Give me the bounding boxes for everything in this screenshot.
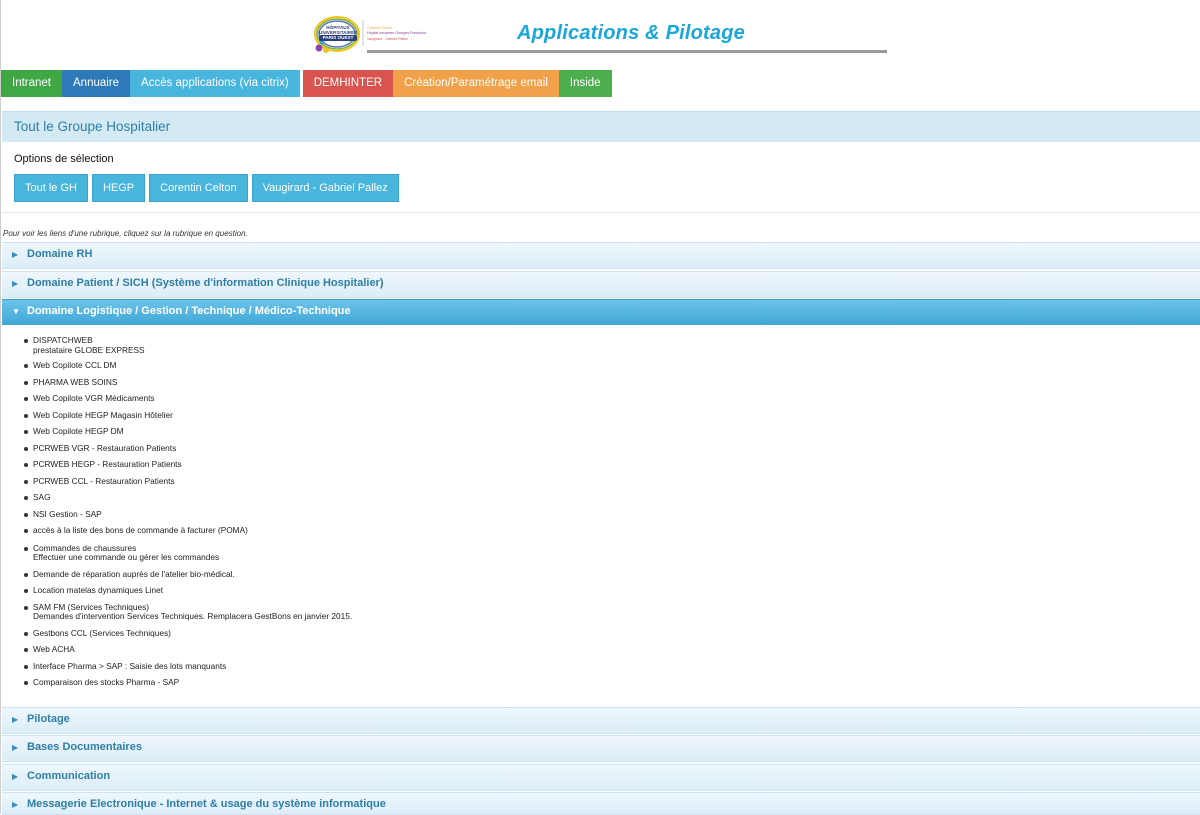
item-label: Web Copilote VGR Médicaments <box>33 393 155 403</box>
selection-options-panel: Options de sélection Tout le GH HEGP Cor… <box>2 142 1200 213</box>
section-communication[interactable]: ▶ Communication <box>2 764 1200 791</box>
triangle-right-icon: ▶ <box>12 743 19 752</box>
item-label: Gestbons CCL (Services Techniques) <box>33 627 171 638</box>
list-item[interactable]: Web Copilote HEGP Magasin Hôtelier <box>24 409 733 421</box>
options-buttons: Tout le GH HEGP Corentin Celton Vaugirar… <box>14 174 403 202</box>
option-hegp-button[interactable]: HEGP <box>91 174 146 202</box>
triangle-right-icon: ▶ <box>12 772 19 781</box>
list-item[interactable]: Interface Pharma > SAP : Saisie des lots… <box>24 660 733 672</box>
group-bar: Tout le Groupe Hospitalier <box>2 111 1200 143</box>
list-item[interactable]: PHARMA WEB SOINS <box>24 376 733 388</box>
triangle-right-icon: ▶ <box>12 800 19 809</box>
list-item[interactable]: Web Copilote HEGP DM <box>24 426 733 437</box>
hint-text: Pour voir les liens d'une rubrique, cliq… <box>3 229 248 238</box>
item-label: Web Copilote CCL DM <box>33 360 117 370</box>
list-item[interactable]: NSI Gestion - SAP <box>24 508 733 520</box>
item-sub: prestataire GLOBE EXPRESS <box>33 344 145 355</box>
item-label: PCRWEB CCL - Restauration Patients <box>33 475 175 486</box>
section-title: Bases Documentaires <box>27 741 142 753</box>
list-item[interactable]: Comparaison des stocks Pharma - SAP <box>24 677 733 688</box>
top-nav: Intranet Annuaire Accès applications (vi… <box>1 70 612 97</box>
item-label: NSI Gestion - SAP <box>33 508 102 519</box>
list-item[interactable]: Commandes de chaussures Effectuer une co… <box>24 542 733 563</box>
list-item[interactable]: Web Copilote VGR Médicaments <box>24 393 733 404</box>
list-item[interactable]: Location matelas dynamiques Linet <box>24 585 733 596</box>
app-title: Applications & Pilotage <box>517 22 745 44</box>
list-item[interactable]: accès à la liste des bons de commande à … <box>24 525 733 536</box>
item-label: Web ACHA <box>33 644 75 654</box>
section-domaine-patient[interactable]: ▶ Domaine Patient / SICH (Système d'info… <box>2 271 1200 298</box>
item-label: Interface Pharma > SAP : Saisie des lots… <box>33 660 227 671</box>
item-label: accès à la liste des bons de commande à … <box>33 525 248 535</box>
list-item[interactable]: SAG <box>24 492 733 503</box>
list-item[interactable]: PCRWEB HEGP - Restauration Patients <box>24 459 733 470</box>
title-underline <box>367 50 887 53</box>
list-item[interactable]: SAM FM (Services Techniques) Demandes d'… <box>24 601 733 622</box>
item-label: Comparaison des stocks Pharma - SAP <box>33 677 180 687</box>
nav-intranet[interactable]: Intranet <box>1 70 62 97</box>
item-label: Demande de réparation auprès de l'atelie… <box>33 568 235 579</box>
item-label: PCRWEB VGR - Restauration Patients <box>33 442 177 453</box>
section-title: Messagerie Electronique - Internet & usa… <box>27 798 386 810</box>
item-label: Web Copilote HEGP DM <box>33 426 124 436</box>
link-list: DISPATCHWEB prestataire GLOBE EXPRESS We… <box>24 335 733 688</box>
item-label: PCRWEB HEGP - Restauration Patients <box>33 459 182 469</box>
list-item[interactable]: PCRWEB VGR - Restauration Patients <box>24 442 733 454</box>
list-item[interactable]: Web Copilote CCL DM <box>24 360 733 371</box>
section-title: Domaine Patient / SICH (Système d'inform… <box>27 277 384 289</box>
section-domaine-rh[interactable]: ▶ Domaine RH <box>2 242 1200 269</box>
list-item[interactable]: Demande de réparation auprès de l'atelie… <box>24 568 733 580</box>
logo-side-line-3: Vaugirard - Gabriel Pallez <box>367 36 408 41</box>
section-title: Domaine Logistique / Gestion / Technique… <box>27 305 351 317</box>
item-label: DISPATCHWEB <box>33 335 93 345</box>
item-label: SAG <box>33 492 51 502</box>
item-sub: Effectuer une commande ou gérer les comm… <box>33 552 220 562</box>
section-logistique-content: DISPATCHWEB prestataire GLOBE EXPRESS We… <box>2 325 1200 706</box>
item-label: Web Copilote HEGP Magasin Hôtelier <box>33 409 173 420</box>
section-title: Domaine RH <box>27 248 93 260</box>
nav-annuaire[interactable]: Annuaire <box>62 70 131 97</box>
option-vaugirard-button[interactable]: Vaugirard - Gabriel Pallez <box>251 174 399 202</box>
option-tout-le-gh-button[interactable]: Tout le GH <box>14 174 88 202</box>
nav-acces-applications[interactable]: Accès applications (via citrix) <box>130 70 300 97</box>
item-label: PHARMA WEB SOINS <box>33 376 118 387</box>
section-title: Communication <box>27 770 111 782</box>
triangle-right-icon: ▶ <box>12 715 19 724</box>
logo-line-3: PARIS OUEST <box>319 35 357 41</box>
list-item[interactable]: PCRWEB CCL - Restauration Patients <box>24 475 733 487</box>
item-label: Commandes de chaussures <box>33 542 137 553</box>
list-item[interactable]: DISPATCHWEB prestataire GLOBE EXPRESS <box>24 335 733 355</box>
section-pilotage[interactable]: ▶ Pilotage <box>2 707 1200 734</box>
item-label: Location matelas dynamiques Linet <box>33 585 164 595</box>
option-corentin-celton-button[interactable]: Corentin Celton <box>149 174 248 202</box>
list-item[interactable]: Gestbons CCL (Services Techniques) <box>24 627 733 639</box>
section-title: Pilotage <box>27 713 70 725</box>
triangle-right-icon: ▶ <box>12 279 19 288</box>
section-bases-documentaires[interactable]: ▶ Bases Documentaires <box>2 735 1200 762</box>
header: HÔPITAUX UNIVERSITAIRES PARIS OUEST Core… <box>1 0 1200 68</box>
section-domaine-logistique[interactable]: ▼ Domaine Logistique / Gestion / Techniq… <box>2 299 1200 326</box>
triangle-right-icon: ▶ <box>12 250 19 259</box>
nav-creation-email[interactable]: Création/Paramétrage email <box>393 70 559 97</box>
triangle-down-icon: ▼ <box>12 307 20 316</box>
options-label: Options de sélection <box>14 153 114 165</box>
page-frame: HÔPITAUX UNIVERSITAIRES PARIS OUEST Core… <box>0 0 1200 815</box>
list-item[interactable]: Web ACHA <box>24 644 733 655</box>
nav-inside[interactable]: Inside <box>558 70 612 97</box>
section-messagerie[interactable]: ▶ Messagerie Electronique - Internet & u… <box>2 792 1200 815</box>
item-sub: Demandes d'intervention Services Techniq… <box>33 611 353 621</box>
group-title: Tout le Groupe Hospitalier <box>14 119 171 134</box>
nav-demhinter[interactable]: DEMHINTER <box>302 70 394 97</box>
item-label: SAM FM (Services Techniques) <box>33 601 150 612</box>
